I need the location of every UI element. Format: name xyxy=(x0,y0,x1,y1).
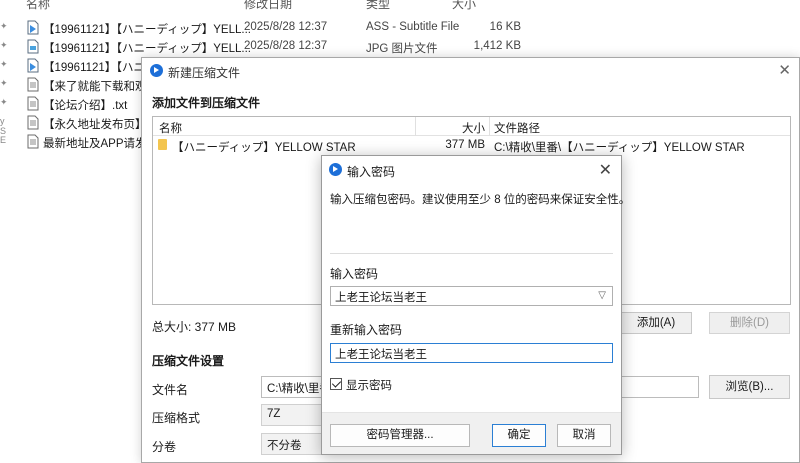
confirm-password-input[interactable]: 上老王论坛当老王 xyxy=(330,343,613,363)
column-header-date[interactable]: 修改日期 xyxy=(244,0,292,12)
file-row[interactable]: ✦ 【19961121】【ハニーディップ】YELL... 2025/8/28 1… xyxy=(0,18,560,37)
text-file-icon xyxy=(27,134,39,149)
subtitle-file-icon xyxy=(27,20,39,35)
column-header-name[interactable]: 名称 xyxy=(26,0,50,12)
item-size: 377 MB xyxy=(445,139,485,151)
column-header-type[interactable]: 类型 xyxy=(366,0,390,12)
file-name: 【19961121】【ハニーディップ】YELL... xyxy=(43,24,251,36)
filename-label: 文件名 xyxy=(152,383,189,397)
password-dialog: 输入密码 ✕ 输入压缩包密码。建议使用至少 8 位的密码来保证安全性。 输入密码… xyxy=(321,155,630,455)
file-type: JPG 图片文件 xyxy=(366,43,438,55)
column-header-size[interactable]: 大小 xyxy=(452,0,476,12)
pin-icon: ✦ xyxy=(0,59,8,69)
close-icon[interactable]: ✕ xyxy=(599,160,612,180)
browse-button[interactable]: 浏览(B)... xyxy=(709,375,790,399)
list-column-path[interactable]: 文件路径 xyxy=(494,120,540,136)
text-file-icon xyxy=(27,77,39,92)
close-icon[interactable]: ✕ xyxy=(778,61,791,79)
list-column-size[interactable]: 大小 xyxy=(451,120,485,136)
format-label: 压缩格式 xyxy=(152,411,201,425)
password-label: 输入密码 xyxy=(330,267,379,281)
password-input[interactable]: 上老王论坛当老王 ▽ xyxy=(330,286,613,306)
side-label: E xyxy=(0,135,7,145)
file-row[interactable]: ✦ 【19961121】【ハニーディップ】YELL... 2025/8/28 1… xyxy=(0,37,560,56)
show-password-label[interactable]: 显示密码 xyxy=(346,377,392,393)
cancel-button[interactable]: 取消 xyxy=(557,424,611,447)
delete-button[interactable]: 删除(D) xyxy=(709,312,790,334)
title-bar[interactable]: 新建压缩文件 ✕ xyxy=(142,58,799,82)
text-file-icon xyxy=(27,96,39,111)
add-button[interactable]: 添加(A) xyxy=(620,312,692,334)
password-manager-button[interactable]: 密码管理器... xyxy=(330,424,470,447)
file-type: ASS - Subtitle File xyxy=(366,21,460,33)
column-divider xyxy=(489,117,490,136)
ok-button[interactable]: 确定 xyxy=(492,424,546,447)
volume-label: 分卷 xyxy=(152,440,177,454)
confirm-password-value: 上老王论坛当老王 xyxy=(335,349,427,361)
image-file-icon xyxy=(27,39,39,54)
list-item[interactable]: 【ハニーディップ】YELLOW STAR 377 MB C:\精收\里番\【ハニ… xyxy=(153,137,790,155)
item-path: C:\精收\里番\【ハニーディップ】YELLOW STAR xyxy=(494,142,745,154)
add-files-section-title: 添加文件到压缩文件 xyxy=(152,96,261,110)
file-size: 16 KB xyxy=(489,21,521,33)
archive-settings-title: 压缩文件设置 xyxy=(152,354,225,368)
item-name: 【ハニーディップ】YELLOW STAR xyxy=(172,142,356,154)
text-file-icon xyxy=(27,115,39,130)
total-size-label: 总大小: 377 MB xyxy=(152,320,237,334)
window-title: 新建压缩文件 xyxy=(168,66,241,80)
file-name: 【论坛介绍】.txt xyxy=(43,100,128,112)
file-size: 1,412 KB xyxy=(473,40,521,52)
app-icon xyxy=(150,64,163,77)
column-divider xyxy=(415,117,416,136)
show-password-checkbox[interactable] xyxy=(330,378,342,390)
pin-icon: ✦ xyxy=(0,78,8,88)
file-date: 2025/8/28 12:37 xyxy=(244,40,328,52)
video-file-icon xyxy=(27,58,39,73)
divider xyxy=(330,253,613,254)
dialog-description: 输入压缩包密码。建议使用至少 8 位的密码来保证安全性。 xyxy=(330,194,631,206)
dialog-title-bar[interactable]: 输入密码 ✕ xyxy=(322,156,621,182)
pin-icon: ✦ xyxy=(0,21,8,31)
folder-icon xyxy=(158,139,167,150)
list-column-name[interactable]: 名称 xyxy=(159,120,182,136)
dialog-title: 输入密码 xyxy=(347,165,396,179)
file-date: 2025/8/28 12:37 xyxy=(244,21,328,33)
pin-icon: ✦ xyxy=(0,97,8,107)
file-name: 【永久地址发布页】.t xyxy=(43,119,153,131)
confirm-password-label: 重新输入密码 xyxy=(330,323,403,337)
file-list-header: 名称 大小 文件路径 xyxy=(153,117,790,136)
pin-icon: ✦ xyxy=(0,40,8,50)
dialog-footer: 密码管理器... 确定 取消 xyxy=(322,412,621,454)
app-icon xyxy=(329,163,342,176)
password-value: 上老王论坛当老王 xyxy=(335,292,427,304)
file-name: 【19961121】【ハニ xyxy=(43,62,146,74)
file-name: 【19961121】【ハニーディップ】YELL... xyxy=(43,43,251,55)
chevron-down-icon[interactable]: ▽ xyxy=(598,290,606,301)
